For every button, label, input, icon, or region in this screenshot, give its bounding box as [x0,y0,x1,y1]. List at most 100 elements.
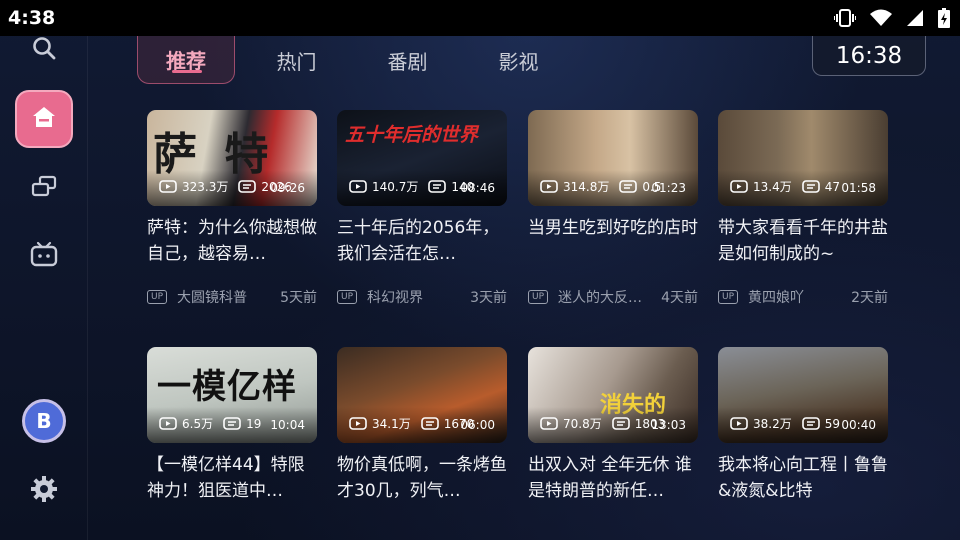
tab-anime[interactable]: 番剧 [352,36,463,84]
settings-button[interactable] [15,462,73,520]
video-card[interactable]: 萨 特 323.3万 2026 09:26 萨特：为什么你越想做自己，越容易… … [147,110,317,307]
up-badge-icon: UP [337,290,358,304]
video-thumbnail[interactable]: 萨 特 323.3万 2026 09:26 [147,110,317,206]
view-count: 38.2万 [753,417,792,431]
video-thumbnail[interactable]: 一模亿样 6.5万 19 10:04 [147,347,317,443]
search-button[interactable] [15,36,73,64]
uploader-name[interactable]: 黄四娘吖 [748,287,845,307]
signal-icon [906,9,924,27]
bilibili-button[interactable] [15,227,73,285]
video-title[interactable]: 出双入对 全年无休 谁是特朗普的新任… [528,452,698,504]
video-card[interactable]: 13.4万 47 01:58 带大家看看千年的井盐是如何制成的~ UP 黄四娘吖… [718,110,888,307]
view-count: 314.8万 [563,180,610,194]
video-title[interactable]: 三十年后的2056年，我们会活在怎… [337,215,507,267]
play-count-icon [349,417,367,430]
home-icon [32,106,56,132]
danmaku-icon [801,180,820,193]
video-title[interactable]: 【一模亿样44】特限神力！狙医道中… [147,452,317,504]
search-icon [31,35,57,65]
video-title[interactable]: 我本将心向工程丨鲁鲁&液氮&比特 [718,452,888,504]
video-thumbnail[interactable]: 消失的 70.8万 1803 13:03 [528,347,698,443]
danmaku-icon [428,180,447,193]
view-count: 323.3万 [182,180,229,194]
upload-age: 2天前 [851,290,888,306]
uploader-name[interactable]: 科幻视界 [367,287,464,307]
up-badge-icon: UP [147,290,168,304]
thumbnail-title-text: 五十年后的世界 [345,124,479,146]
video-stats: 314.8万 0.5 [540,178,661,195]
video-card[interactable]: 34.1万 1670 06:00 物价真低啊，一条烤鱼才30几，列气… [337,347,507,504]
dynamics-button[interactable] [15,160,73,218]
video-duration: 10:04 [270,418,305,432]
video-card[interactable]: 消失的 70.8万 1803 13:03 出双入对 全年无休 谁是特朗普的新任… [528,347,698,504]
play-count-icon [159,417,177,430]
layers-icon [31,175,57,203]
video-duration: 09:26 [270,181,305,195]
play-count-icon [159,180,177,193]
video-thumbnail[interactable]: 38.2万 59 00:40 [718,347,888,443]
clock: 16:38 [812,36,926,76]
up-badge-icon: UP [718,290,739,304]
video-card[interactable]: 五十年后的世界 140.7万 140 08:46 三十年后的2056年，我们会活… [337,110,507,307]
view-count: 140.7万 [372,180,419,194]
home-button[interactable] [15,90,73,148]
comment-count: 19 [246,416,262,431]
video-stats: 70.8万 1803 [540,415,665,432]
video-card[interactable]: 314.8万 0.5 01:23 当男生吃到好吃的店时 UP 迷人的大反… 4天… [528,110,698,307]
tv-robot-icon [30,241,58,271]
play-count-icon [730,417,748,430]
avatar[interactable]: B [22,399,66,443]
thumbnail-title-text: 一模亿样 [157,367,297,407]
play-count-icon [349,180,367,193]
video-thumbnail[interactable]: 13.4万 47 01:58 [718,110,888,206]
video-meta: UP 科幻视界 3天前 [337,287,507,307]
video-thumbnail[interactable]: 314.8万 0.5 01:23 [528,110,698,206]
video-meta: UP 黄四娘吖 2天前 [718,287,888,307]
video-thumbnail[interactable]: 五十年后的世界 140.7万 140 08:46 [337,110,507,206]
video-stats: 34.1万 1670 [349,415,474,432]
danmaku-icon [801,417,820,430]
danmaku-icon [238,180,257,193]
battery-charging-icon [938,8,950,28]
view-count: 6.5万 [182,417,214,431]
video-stats: 13.4万 47 [730,178,840,195]
video-title[interactable]: 带大家看看千年的井盐是如何制成的~ [718,215,888,267]
uploader-name[interactable]: 迷人的大反… [558,287,655,307]
comment-count: 59 [824,416,841,431]
video-thumbnail[interactable]: 34.1万 1670 06:00 [337,347,507,443]
tab-hot[interactable]: 热门 [241,36,352,84]
view-count: 34.1万 [372,417,411,431]
video-title[interactable]: 物价真低啊，一条烤鱼才30几，列气… [337,452,507,504]
category-tabs: 推荐 热门 番剧 影视 [137,36,574,84]
tab-movies[interactable]: 影视 [463,36,574,84]
video-duration: 06:00 [460,418,495,432]
tab-recommend[interactable]: 推荐 [137,36,235,84]
video-stats: 140.7万 140 [349,178,474,195]
video-duration: 13:03 [651,418,686,432]
up-badge-icon: UP [528,290,549,304]
danmaku-icon [223,417,241,430]
comment-count: 47 [824,179,841,194]
view-count: 13.4万 [753,180,792,194]
video-title[interactable]: 当男生吃到好吃的店时 [528,215,698,267]
video-card[interactable]: 一模亿样 6.5万 19 10:04 【一模亿样44】特限神力！狙医道中… [147,347,317,504]
video-duration: 01:58 [841,181,876,195]
status-time: 4:38 [8,7,56,29]
video-duration: 00:40 [841,418,876,432]
view-count: 70.8万 [563,417,602,431]
video-card[interactable]: 38.2万 59 00:40 我本将心向工程丨鲁鲁&液氮&比特 [718,347,888,504]
upload-age: 3天前 [470,290,507,306]
uploader-name[interactable]: 大圆镜科普 [177,287,274,307]
video-meta: UP 大圆镜科普 5天前 [147,287,317,307]
danmaku-icon [420,417,439,430]
gear-icon [30,475,58,507]
play-count-icon [540,180,558,193]
video-stats: 38.2万 59 [730,415,840,432]
status-bar: 4:38 [0,0,960,36]
play-count-icon [730,180,748,193]
video-title[interactable]: 萨特：为什么你越想做自己，越容易… [147,215,317,267]
sidebar: B [0,36,88,540]
upload-age: 5天前 [280,290,317,306]
vibrate-icon [834,9,856,27]
video-duration: 01:23 [651,181,686,195]
